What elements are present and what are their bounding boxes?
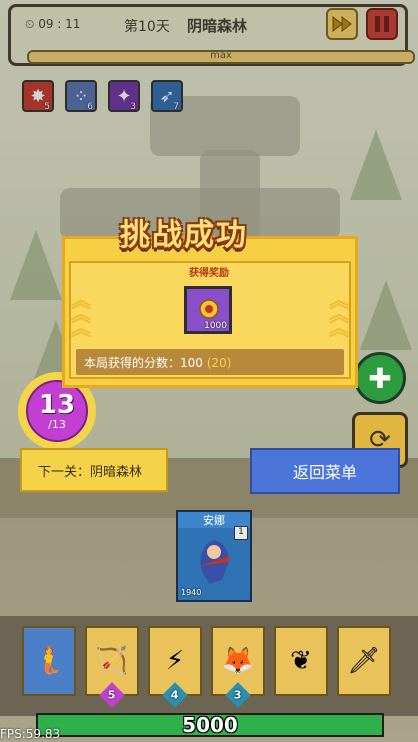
chevron-decoration-icon: ︽ ︽ ︽ [71,288,91,340]
chevron-decoration-icon: ︽ ︽ ︽ [329,288,349,340]
hand-card[interactable]: 🗡 [337,626,391,696]
hero-power: 1940 [181,588,202,597]
energy-value: 5000 [182,713,238,737]
wave-counter-inner: 13 /13 [26,380,88,442]
reward-item: 1000 [184,286,232,334]
hero-card[interactable]: 安娜 1 1940 [176,510,252,602]
card-cost: 4 [171,688,179,702]
score-value: 100 [180,356,203,370]
score-text: 本局获得的分数：100 (20) [84,354,231,371]
card-cost: 3 [234,688,242,702]
score-bonus: (20) [206,356,232,370]
hero-level: 1 [234,526,248,540]
sword-icon: 🗡 [347,646,381,676]
add-unit-button[interactable]: ✚ [354,352,406,404]
fps-counter: FPS:59.83 [0,727,61,741]
gold-coin-icon [199,299,219,319]
reward-label: 获得奖励 [189,268,229,279]
challenge-success-title: 挑战成功 [120,218,248,253]
crossbow-icon: 🏹 [95,646,129,676]
hand-card[interactable]: 🧜 [22,626,76,696]
fox-mage-icon: 🦊 [221,646,255,676]
next-stage-label: 下一关：阴暗森林 [20,448,168,492]
hero-portrait-icon [200,540,230,584]
score-prefix: 本局获得的分数： [84,356,181,370]
energy-bar: 5000 [36,713,384,737]
green-spirit-icon: ❦ [290,646,312,676]
wave-total: /13 [48,417,66,431]
return-menu-button[interactable]: 返回菜单 [250,448,400,494]
lightning-icon: ⚡ [165,646,185,676]
reward-quantity: 1000 [204,321,227,331]
card-cost: 5 [108,688,116,702]
plus-icon: ✚ [368,361,392,395]
blue-hero-icon: 🧜 [32,646,66,676]
hand-card[interactable]: ❦ [274,626,328,696]
score-bar: 本局获得的分数：100 (20) [76,349,344,375]
wave-current: 13 [38,389,76,420]
